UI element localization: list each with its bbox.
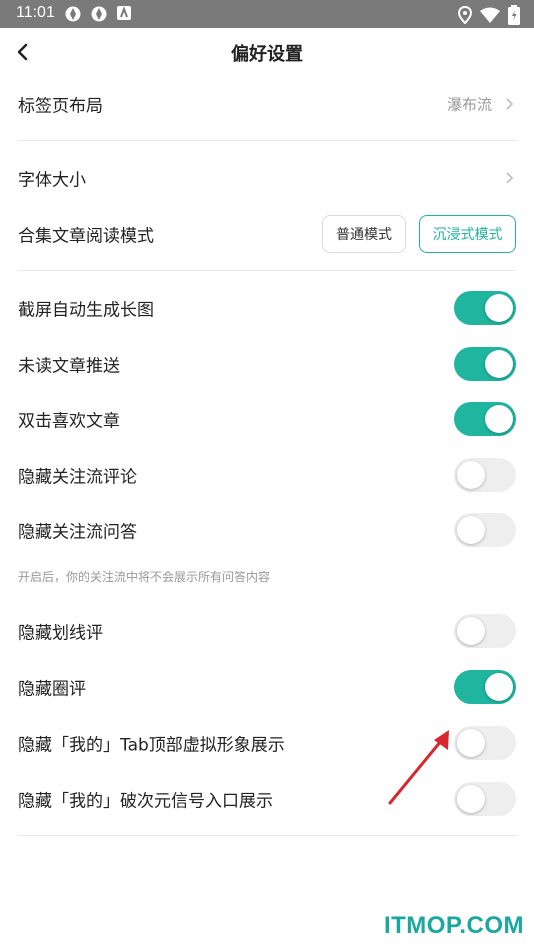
hide-follow-comments-label: 隐藏关注流评论 bbox=[18, 467, 137, 488]
unread-push-label: 未读文章推送 bbox=[18, 356, 120, 377]
notification-icon bbox=[64, 5, 82, 23]
collection-mode-label: 合集文章阅读模式 bbox=[18, 226, 154, 247]
watermark: ITMOP.COM bbox=[383, 912, 524, 939]
location-icon bbox=[457, 5, 473, 28]
hide-follow-qa-hint: 开启后，你的关注流中将不会展示所有问答内容 bbox=[18, 570, 271, 584]
font-size-label: 字体大小 bbox=[18, 170, 86, 191]
hide-tab-avatar-label: 隐藏「我的」Tab顶部虚拟形象展示 bbox=[18, 735, 285, 756]
chevron-right-icon bbox=[506, 172, 514, 184]
screenshot-long-toggle[interactable] bbox=[454, 291, 516, 325]
header: 偏好设置 bbox=[0, 28, 534, 76]
divider bbox=[18, 270, 516, 271]
wifi-icon bbox=[480, 7, 500, 27]
collection-mode-row: 合集文章阅读模式 普通模式 沉浸式模式 bbox=[18, 206, 516, 262]
divider bbox=[18, 835, 516, 836]
screenshot-long-row: 截屏自动生成长图 bbox=[18, 280, 516, 336]
hide-circle-comments-toggle[interactable] bbox=[454, 670, 516, 704]
double-tap-like-label: 双击喜欢文章 bbox=[18, 411, 120, 432]
divider bbox=[18, 140, 516, 141]
notification-icon bbox=[90, 5, 108, 23]
hide-follow-qa-label: 隐藏关注流问答 bbox=[18, 522, 137, 543]
hide-underline-comments-label: 隐藏划线评 bbox=[18, 623, 103, 644]
status-time: 11:01 bbox=[16, 4, 55, 21]
battery-icon bbox=[508, 5, 520, 29]
hide-follow-qa-row: 隐藏关注流问答 bbox=[18, 502, 516, 558]
hide-circle-comments-label: 隐藏圈评 bbox=[18, 679, 86, 700]
tab-layout-value: 瀑布流 bbox=[446, 95, 492, 114]
tab-layout-row[interactable]: 标签页布局 瀑布流 bbox=[18, 76, 516, 132]
hide-ciyuan-entry-label: 隐藏「我的」破次元信号入口展示 bbox=[18, 791, 273, 812]
status-bar: 11:01 bbox=[0, 0, 534, 28]
unread-push-row: 未读文章推送 bbox=[18, 336, 516, 392]
hide-tab-avatar-row: 隐藏「我的」Tab顶部虚拟形象展示 bbox=[18, 715, 516, 771]
hide-follow-qa-toggle[interactable] bbox=[454, 513, 516, 547]
hide-underline-comments-toggle[interactable] bbox=[454, 614, 516, 648]
chevron-right-icon bbox=[506, 98, 514, 110]
double-tap-like-toggle[interactable] bbox=[454, 402, 516, 436]
font-size-row[interactable]: 字体大小 bbox=[18, 150, 516, 206]
normal-mode-button[interactable]: 普通模式 bbox=[322, 215, 406, 253]
hide-underline-comments-row: 隐藏划线评 bbox=[18, 603, 516, 659]
unread-push-toggle[interactable] bbox=[454, 347, 516, 381]
hide-ciyuan-entry-row: 隐藏「我的」破次元信号入口展示 bbox=[18, 771, 516, 827]
app-icon bbox=[116, 5, 134, 23]
immersive-mode-button[interactable]: 沉浸式模式 bbox=[419, 215, 516, 253]
hide-follow-comments-toggle[interactable] bbox=[454, 458, 516, 492]
hide-tab-avatar-toggle[interactable] bbox=[454, 726, 516, 760]
tab-layout-label: 标签页布局 bbox=[18, 96, 103, 117]
page-title: 偏好设置 bbox=[231, 44, 303, 65]
hide-ciyuan-entry-toggle[interactable] bbox=[454, 782, 516, 816]
hide-circle-comments-row: 隐藏圈评 bbox=[18, 659, 516, 715]
double-tap-like-row: 双击喜欢文章 bbox=[18, 391, 516, 447]
screenshot-long-label: 截屏自动生成长图 bbox=[18, 300, 154, 321]
hide-follow-comments-row: 隐藏关注流评论 bbox=[18, 447, 516, 503]
